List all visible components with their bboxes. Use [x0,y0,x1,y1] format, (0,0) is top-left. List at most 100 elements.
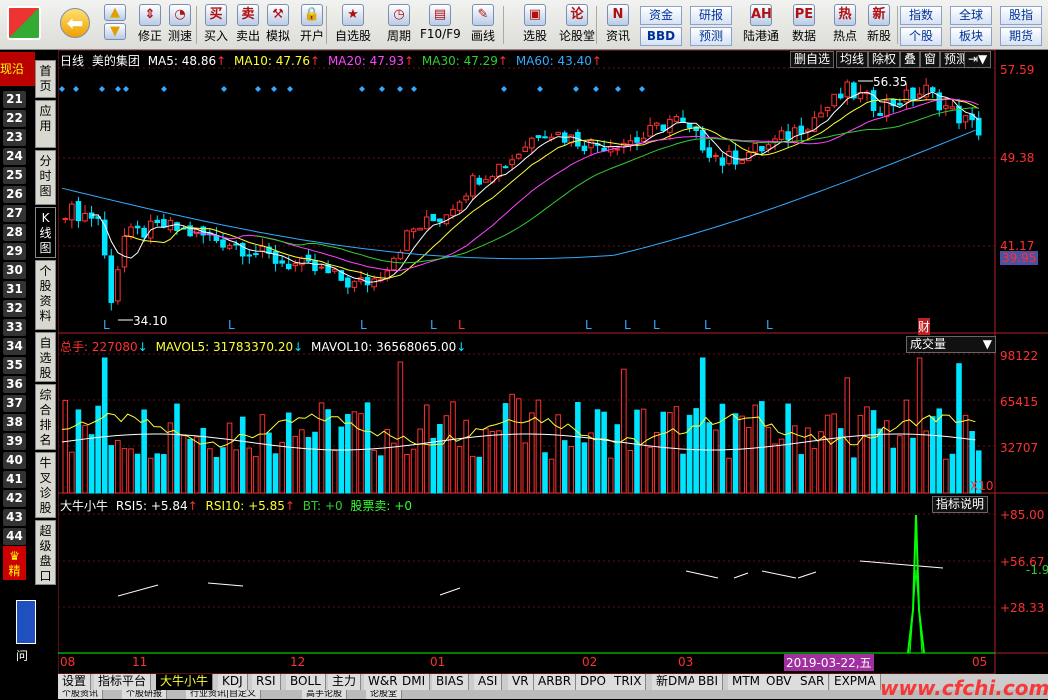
volume-bar[interactable] [943,458,949,494]
candle[interactable] [614,147,621,156]
app-logo[interactable] [4,2,44,48]
row-number[interactable]: 26 [3,186,26,203]
candle[interactable] [956,98,962,130]
volume-bar[interactable] [483,428,489,494]
toolbar-ah-button[interactable]: AH 陆港通 [741,2,781,48]
candle[interactable] [167,216,174,233]
candle[interactable] [502,165,509,169]
volume-bar[interactable] [752,404,759,494]
row-number[interactable]: 33 [3,319,26,336]
volume-bar[interactable] [285,412,292,494]
back-button[interactable]: ⬅ [58,2,92,48]
volume-bar[interactable] [765,427,772,494]
candle[interactable] [220,233,226,251]
candle[interactable] [404,229,410,252]
candle[interactable] [837,87,844,100]
info-tab-3[interactable]: 高手论股 [302,690,348,699]
volume-bar[interactable] [699,357,706,494]
candle[interactable] [272,244,279,272]
candle[interactable] [456,199,463,214]
volume-bar[interactable] [515,398,522,494]
volume-bar[interactable] [180,435,187,494]
candle[interactable] [259,238,266,258]
volume-bar[interactable] [239,416,246,494]
candle[interactable] [266,242,272,259]
volume-bar[interactable] [857,414,864,494]
volume-bar[interactable] [391,442,397,494]
volume-bar[interactable] [713,429,719,494]
volume-bar[interactable] [147,457,154,494]
volume-bar[interactable] [680,453,686,494]
volume-bar[interactable] [397,361,404,494]
volume-bar[interactable] [371,449,377,494]
volume-bar[interactable] [923,430,929,494]
volume-bar[interactable] [647,446,653,494]
candle[interactable] [778,126,785,143]
indicator-tab-20[interactable]: EXPMA [830,674,881,690]
volume-bar[interactable] [916,357,923,494]
candle[interactable] [115,265,121,305]
indicator-tab-13[interactable]: DPO [576,674,611,690]
volume-bar[interactable] [614,424,621,494]
volume-bar[interactable] [745,427,752,494]
candle[interactable] [785,123,791,149]
candle[interactable] [555,131,561,136]
row-number[interactable]: 30 [3,262,26,279]
info-tab-0[interactable]: 个股资讯 [58,690,104,699]
candle[interactable] [108,248,115,311]
side-tab-2[interactable]: 分时图 [35,150,56,205]
candle[interactable] [318,264,325,270]
candle[interactable] [417,227,423,231]
volume-bar[interactable] [568,446,575,494]
volume-bar[interactable] [62,399,69,494]
volume-bar[interactable] [161,454,167,494]
candle[interactable] [410,227,417,239]
side-tab-4[interactable]: 个股资料 [35,260,56,330]
volume-bar[interactable] [936,408,943,494]
volume-bar[interactable] [226,422,233,494]
volume-bar[interactable] [174,403,180,494]
row-number[interactable]: 22 [3,110,26,127]
candle[interactable] [430,213,437,222]
row-number[interactable]: 44 [3,528,26,545]
indicator-tab-3[interactable]: KDJ [218,674,248,690]
volume-bar[interactable] [187,438,193,494]
row-number[interactable]: 28 [3,224,26,241]
candle[interactable] [713,152,719,162]
volume-bar[interactable] [207,448,213,494]
candle[interactable] [423,209,430,230]
volume-bar[interactable] [529,412,535,494]
volume-bar[interactable] [496,430,502,494]
volume-bar[interactable] [358,413,364,494]
volume-bar[interactable] [561,440,568,494]
volume-bar[interactable] [364,402,371,494]
row-number[interactable]: 34 [3,338,26,355]
page-up-down[interactable]: ▲ ▼ [102,2,128,48]
volume-bar[interactable] [660,411,667,494]
volume-bar[interactable] [791,425,798,494]
side-tab-3[interactable]: K线图 [35,207,56,258]
candle[interactable] [568,134,575,147]
candle[interactable] [870,86,877,118]
volume-bar[interactable] [193,436,200,494]
row-number[interactable]: 24 [3,148,26,165]
indicator-tab-5[interactable]: BOLL [286,674,326,690]
kline-button-3[interactable]: 叠 [900,51,921,68]
info-tab-4[interactable]: 论股堂 [366,690,403,699]
row-number[interactable]: 32 [3,300,26,317]
volume-bar[interactable] [259,414,266,494]
candle[interactable] [69,201,75,229]
row-number[interactable]: 42 [3,490,26,507]
volume-bar[interactable] [844,377,851,494]
volume-bar[interactable] [877,428,883,494]
candle[interactable] [134,220,141,235]
candle[interactable] [851,81,857,101]
row-number[interactable]: 38 [3,414,26,431]
volume-bar[interactable] [108,445,115,494]
candle[interactable] [975,111,982,141]
indicator-tab-14[interactable]: TRIX [610,674,647,690]
volume-bar[interactable] [233,449,239,494]
wen-label[interactable]: 问 [16,647,28,664]
volume-bar[interactable] [450,401,456,494]
candle[interactable] [279,255,285,268]
